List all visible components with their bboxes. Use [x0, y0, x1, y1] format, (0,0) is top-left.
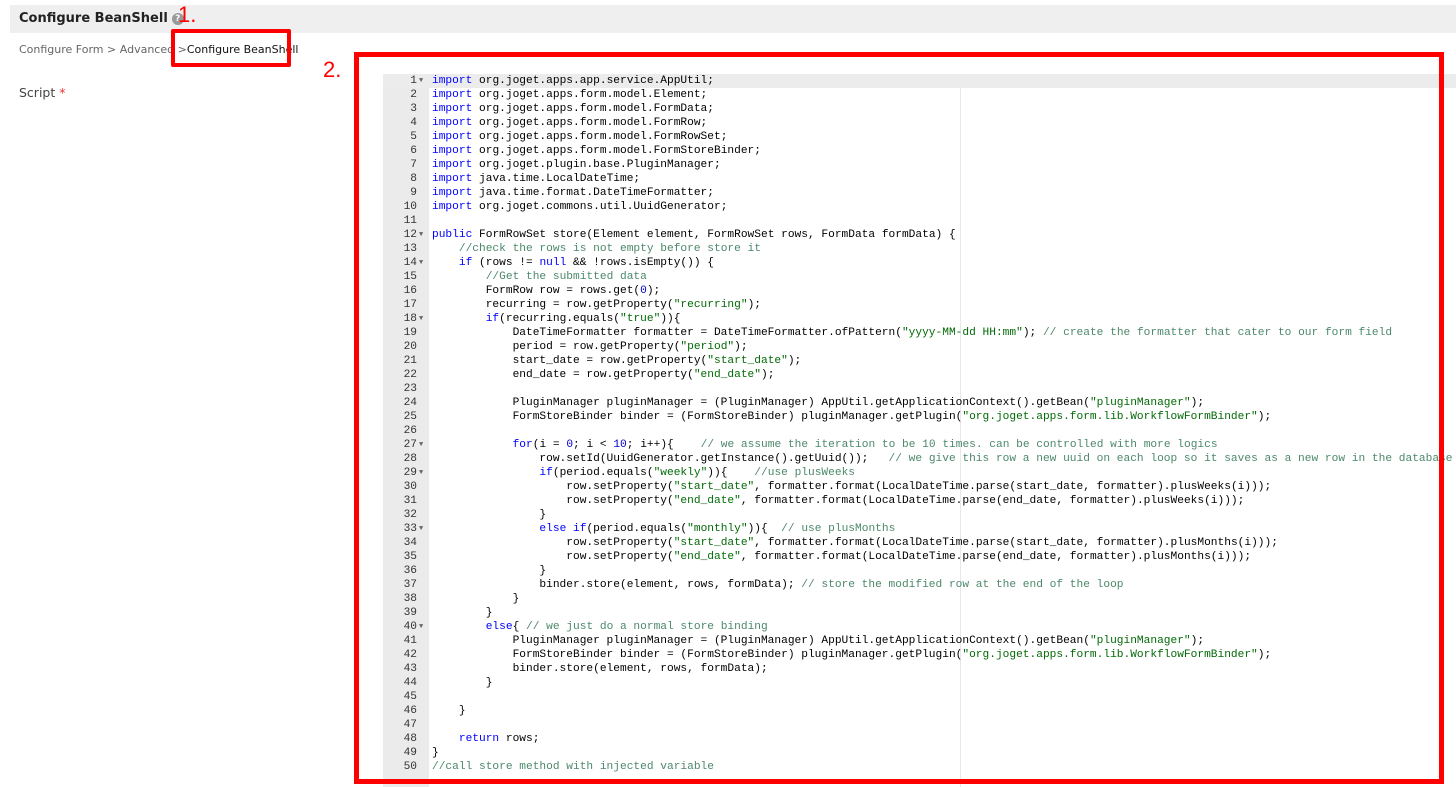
- breadcrumb-configure-form[interactable]: Configure Form: [19, 43, 104, 56]
- required-marker: *: [59, 85, 66, 100]
- annotation-1: 1.: [178, 2, 197, 27]
- page-title: Configure BeanShell?: [19, 11, 184, 26]
- breadcrumb-separator: >: [107, 43, 117, 56]
- annotation-highlight-editor: [354, 52, 1444, 784]
- script-label: Script *: [19, 85, 66, 100]
- breadcrumb-advanced[interactable]: Advanced: [120, 43, 174, 56]
- annotation-2: 2.: [323, 57, 342, 82]
- annotation-highlight-breadcrumb: [171, 29, 291, 67]
